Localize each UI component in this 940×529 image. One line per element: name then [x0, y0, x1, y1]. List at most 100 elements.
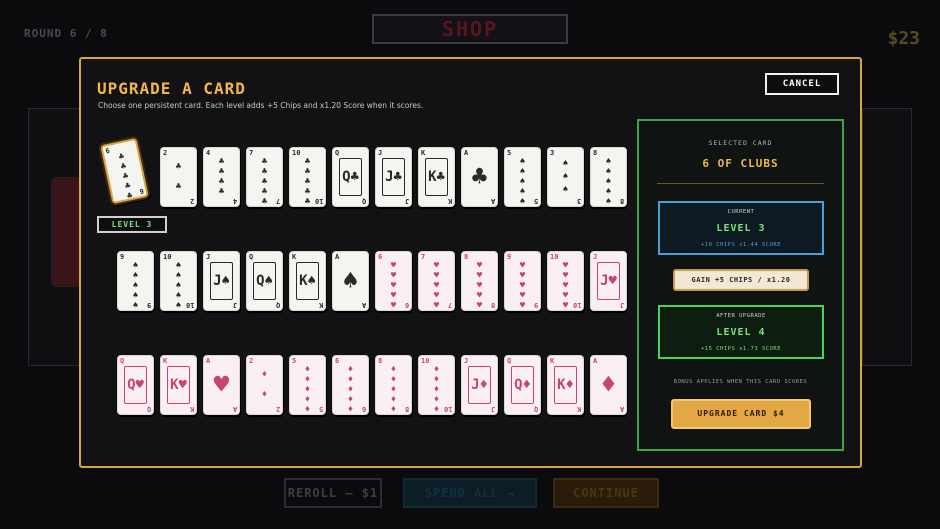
playing-card[interactable]: 6♥♥♥♥♥♥6 [375, 251, 412, 311]
playing-card[interactable]: A ♣ A [461, 147, 498, 207]
card-rank: 5 [318, 405, 323, 413]
suit-pip-icon: ♦ [347, 385, 354, 395]
suit-pip-icon: ♠ [605, 197, 612, 207]
playing-card[interactable]: A ♦ A [590, 355, 627, 415]
playing-card[interactable]: 5 ♠ ♠ ♠ ♠ ♠ 5 [504, 147, 541, 207]
face-card-art: J♥ [597, 262, 620, 300]
suit-pip-icon: ♥ [562, 291, 569, 301]
suit-pip-icon: ♠ [519, 167, 526, 177]
upgrade-card-button[interactable]: UPGRADE CARD $4 [671, 399, 811, 429]
playing-card[interactable]: 10♣♣♣♣♣♣♣♣♣♣10 [289, 147, 326, 207]
playing-card[interactable]: 10♦♦♦♦♦♦♦♦♦♦10 [418, 355, 455, 415]
suit-pip-icon: ♠ [132, 271, 139, 281]
suit-pip-icon: ♦ [304, 405, 311, 415]
card-rank: Q [361, 197, 366, 205]
playing-card[interactable]: 4 ♣ ♣ ♣ ♣ 4 [203, 147, 240, 207]
selected-card-name: 6 OF CLUBS [702, 157, 779, 170]
card-pips: ♠♠♠♠♠♠♠♠♠ [124, 261, 147, 310]
card-rank: 8 [464, 253, 469, 261]
suit-pip-icon: ♣ [125, 200, 139, 204]
playing-card[interactable]: 5 ♦ ♦ ♦ ♦ ♦ 5 [289, 355, 326, 415]
card-rank: A [464, 149, 469, 157]
card-rank: 2 [275, 405, 280, 413]
playing-card[interactable]: J J♠ J [203, 251, 240, 311]
playing-card[interactable]: 6♦♦♦♦♦♦6 [332, 355, 369, 415]
playing-card[interactable]: 10♥♥♥♥♥♥♥♥♥♥10 [547, 251, 584, 311]
card-pips: ♦♦♦♦♦♦♦♦ [382, 365, 405, 414]
modal-title: UPGRADE A CARD [97, 79, 246, 98]
suit-pip-icon: ♦ [347, 365, 354, 375]
reroll-button: REROLL — $1 [284, 478, 382, 508]
suit-pip-icon: ♥ [433, 261, 440, 271]
playing-card[interactable]: Q Q♠ Q [246, 251, 283, 311]
face-card-art: K♣ [425, 158, 448, 196]
card-rank: A [232, 405, 237, 413]
card-pips: ♠♠♠♠♠♠♠♠♠♠ [167, 261, 190, 310]
cancel-button[interactable]: CANCEL [765, 73, 839, 95]
suit-pip-icon: ♦ [304, 365, 311, 375]
suit-pip-icon: ♦ [347, 405, 354, 415]
playing-card[interactable]: K K♠ K [289, 251, 326, 311]
suit-pip-icon: ♦ [433, 375, 440, 385]
suit-pip-icon: ♠ [519, 187, 526, 197]
suit-pip-icon: ♣ [175, 162, 182, 172]
card-rank: K [447, 197, 452, 205]
suit-pip-icon: ♣ [218, 157, 225, 167]
playing-card[interactable]: 9♠♠♠♠♠♠♠♠♠9 [117, 251, 154, 311]
playing-card[interactable]: K K♦ K [547, 355, 584, 415]
card-rank: A [593, 357, 598, 365]
playing-card[interactable]: A ♥ A [203, 355, 240, 415]
playing-card[interactable]: Q Q♣ Q [332, 147, 369, 207]
card-rank: 10 [314, 197, 323, 205]
playing-card[interactable]: K K♥ K [160, 355, 197, 415]
after-label: AFTER UPGRADE [716, 313, 766, 319]
suit-pip-icon: ♥ [476, 271, 483, 281]
card-rank: 10 [572, 301, 581, 309]
suit-pip-icon: ♥ [390, 301, 397, 311]
playing-card[interactable]: 10♠♠♠♠♠♠♠♠♠♠10 [160, 251, 197, 311]
playing-card[interactable]: J J♥ J [590, 251, 627, 311]
suit-pip-icon: ♥ [562, 261, 569, 271]
playing-card[interactable]: 7♥♥♥♥♥♥♥7 [418, 251, 455, 311]
playing-card[interactable]: Q Q♦ Q [504, 355, 541, 415]
playing-card[interactable]: 8♦♦♦♦♦♦♦♦8 [375, 355, 412, 415]
playing-card[interactable]: 8♥♥♥♥♥♥♥♥8 [461, 251, 498, 311]
playing-card[interactable]: 8♠♠♠♠♠♠♠♠8 [590, 147, 627, 207]
suit-pip-icon: ♥ [433, 291, 440, 301]
suit-pip-icon: ♦ [347, 375, 354, 385]
suit-pip-icon: ♠ [605, 157, 612, 167]
playing-card[interactable]: A ♠ A [332, 251, 369, 311]
face-card-art: Q♦ [511, 366, 534, 404]
playing-card[interactable]: 3 ♠ ♠ ♠ 3 [547, 147, 584, 207]
card-rank: 5 [533, 197, 538, 205]
card-rank: A [361, 301, 366, 309]
card-rank: 6 [361, 405, 366, 413]
playing-card[interactable]: 9♥♥♥♥♥♥♥♥♥9 [504, 251, 541, 311]
suit-pip-icon: ♥ [390, 261, 397, 271]
playing-card[interactable]: J J♦ J [461, 355, 498, 415]
playing-card[interactable]: 2 ♦ ♦ 2 [246, 355, 283, 415]
suit-pip-icon: ♦ [433, 405, 440, 415]
suit-pip-icon: ♥ [390, 281, 397, 291]
playing-card[interactable]: 7♣♣♣♣♣♣♣7 [246, 147, 283, 207]
suit-pip-icon: ♥ [433, 271, 440, 281]
card-rank: 9 [146, 301, 151, 309]
card-rank: 10 [443, 405, 452, 413]
card-rank: 5 [507, 149, 512, 157]
suit-pip-icon: ♠ [519, 197, 526, 207]
playing-card[interactable]: 2 ♣ ♣ 2 [160, 147, 197, 207]
playing-card[interactable]: K K♣ K [418, 147, 455, 207]
card-rank: 4 [232, 197, 237, 205]
face-card-art: K♠ [296, 262, 319, 300]
money-display: $23 [887, 28, 920, 49]
suit-pip-icon: ♦ [304, 385, 311, 395]
current-level: LEVEL 3 [716, 223, 766, 234]
suit-pip-icon: ♠ [605, 167, 612, 177]
playing-card[interactable]: 6♣♣♣♣♣♣6 [100, 137, 149, 205]
face-card-art: Q♠ [253, 262, 276, 300]
playing-card[interactable]: J J♣ J [375, 147, 412, 207]
playing-card[interactable]: Q Q♥ Q [117, 355, 154, 415]
card-pips: ♦ ♦ [253, 365, 276, 405]
suit-pip-icon: ♦ [433, 395, 440, 405]
suit-pip-icon: ♠ [175, 271, 182, 281]
